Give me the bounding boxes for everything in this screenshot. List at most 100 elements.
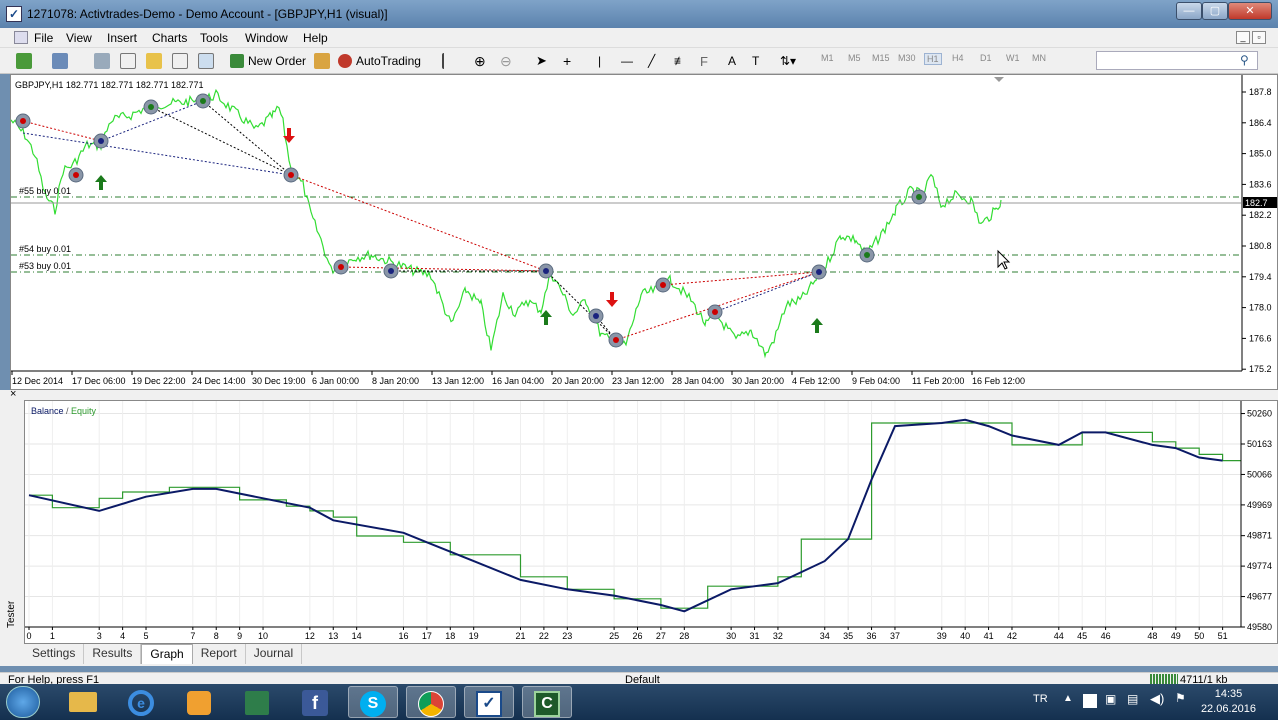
buy-arrow-icon: [540, 310, 552, 325]
mdi-minimize-button[interactable]: _: [1236, 31, 1250, 44]
horizontal-line-icon[interactable]: —: [621, 52, 633, 70]
tray-app-icon[interactable]: [1083, 694, 1097, 708]
mdi-restore-button[interactable]: ▫: [1252, 31, 1266, 44]
trade-marker-icon: [811, 264, 827, 280]
mouse-cursor-icon: [997, 249, 1011, 270]
equity-x-label: 51: [1218, 631, 1228, 641]
tray-network-icon[interactable]: ▤: [1127, 692, 1138, 706]
tab-graph[interactable]: Graph: [141, 644, 193, 664]
price-level-label: 182.2: [1249, 210, 1272, 220]
timeframe-m15[interactable]: M15: [872, 53, 890, 63]
text-label-icon[interactable]: T: [752, 52, 759, 70]
menu-view[interactable]: View: [66, 31, 92, 45]
maximize-button[interactable]: ▢: [1202, 2, 1228, 20]
timeframe-m1[interactable]: M1: [821, 53, 834, 63]
tray-flag-icon[interactable]: ⚑: [1175, 691, 1186, 705]
tray-monitor-icon[interactable]: ▣: [1105, 692, 1116, 706]
market-watch-icon[interactable]: [94, 53, 110, 69]
taskbar-explorer[interactable]: [58, 686, 108, 718]
metaeditor-icon[interactable]: [314, 53, 330, 69]
taskbar-facebook[interactable]: f: [290, 686, 340, 718]
price-chart[interactable]: GBPJPY,H1 182.771 182.771 182.771 182.77…: [10, 74, 1278, 390]
taskbar-media[interactable]: [174, 686, 224, 718]
system-clock[interactable]: 14:35 22.06.2016: [1201, 687, 1256, 717]
zoom-in-icon[interactable]: ⊕: [474, 52, 486, 70]
skype-icon: S: [360, 691, 386, 717]
equity-y-label: 50260: [1247, 409, 1272, 419]
crosshair-icon[interactable]: +: [563, 52, 571, 70]
price-level-label: 185.0: [1249, 149, 1272, 159]
trendline-icon[interactable]: ╱: [648, 52, 655, 70]
taskbar-camtasia[interactable]: C: [522, 686, 572, 718]
menu-charts[interactable]: Charts: [152, 31, 187, 45]
autotrading-button[interactable]: AutoTrading: [338, 52, 421, 70]
taskbar-ie[interactable]: e: [116, 686, 166, 718]
menu-insert[interactable]: Insert: [107, 31, 137, 45]
cursor-icon[interactable]: ➤: [536, 52, 547, 70]
bar-chart-icon[interactable]: [442, 53, 458, 69]
timeframe-w1[interactable]: W1: [1006, 53, 1020, 63]
menu-window[interactable]: Window: [245, 31, 288, 45]
facebook-icon: f: [302, 690, 328, 716]
equity-x-label: 18: [445, 631, 455, 641]
vertical-line-icon[interactable]: |: [598, 52, 601, 70]
taskbar-metatrader[interactable]: ✓: [464, 686, 514, 718]
profiles-icon[interactable]: [52, 53, 68, 69]
taskbar-notes[interactable]: [232, 686, 282, 718]
tray-volume-icon[interactable]: ◀): [1150, 691, 1164, 707]
language-indicator[interactable]: TR: [1033, 693, 1048, 705]
trade-marker-icon: [655, 277, 671, 293]
menu-help[interactable]: Help: [303, 31, 328, 45]
search-input[interactable]: [1096, 51, 1258, 70]
terminal-icon[interactable]: [172, 53, 188, 69]
equity-x-label: 35: [843, 631, 853, 641]
zoom-out-icon[interactable]: ⊖: [500, 52, 512, 70]
text-icon[interactable]: A: [728, 52, 736, 70]
timeframe-h1[interactable]: H1: [924, 53, 942, 65]
tab-settings[interactable]: Settings: [24, 644, 85, 664]
equity-chart[interactable]: Balance / Equity 50260 50163 50066 49969 498…: [24, 400, 1278, 644]
tester-vertical-tab[interactable]: Tester: [6, 601, 17, 628]
tray-expand-icon[interactable]: ▲: [1063, 693, 1073, 704]
symbol-info: GBPJPY,H1 182.771 182.771 182.771 182.77…: [15, 80, 204, 90]
equity-x-label: 5: [144, 631, 149, 641]
timeframe-m5[interactable]: M5: [848, 53, 861, 63]
strategy-tester-icon[interactable]: [198, 53, 214, 69]
app-icon[interactable]: ✓: [6, 6, 22, 22]
close-button[interactable]: ✕: [1228, 2, 1272, 20]
timeframe-h4[interactable]: H4: [952, 53, 964, 63]
timeframe-d1[interactable]: D1: [980, 53, 992, 63]
new-order-button[interactable]: New Order: [230, 52, 306, 70]
price-level-label: 187.8: [1249, 87, 1272, 97]
new-chart-icon[interactable]: [16, 53, 32, 69]
minimize-button[interactable]: —: [1176, 2, 1202, 20]
order-label-54: #54 buy 0.01: [19, 244, 71, 254]
arrows-icon[interactable]: ⇅▾: [780, 52, 796, 70]
menu-file[interactable]: File: [34, 31, 53, 45]
time-label: 23 Jan 12:00: [612, 376, 664, 386]
window-title: 1271078: Activtrades-Demo - Demo Account…: [27, 7, 388, 21]
time-label: 8 Jan 20:00: [372, 376, 419, 386]
tab-report[interactable]: Report: [193, 644, 246, 664]
equity-x-label: 39: [937, 631, 947, 641]
trade-marker-icon: [195, 93, 211, 109]
timeframe-mn[interactable]: MN: [1032, 53, 1046, 63]
trade-connectors: [22, 100, 820, 341]
taskbar-chrome[interactable]: [406, 686, 456, 718]
timeframe-m30[interactable]: M30: [898, 53, 916, 63]
window-controls: — ▢ ✕: [1176, 2, 1272, 20]
taskbar-skype[interactable]: S: [348, 686, 398, 718]
data-window-icon[interactable]: [120, 53, 136, 69]
chart-window-icon[interactable]: [14, 31, 28, 44]
camtasia-icon: C: [534, 691, 560, 717]
channel-icon[interactable]: ≢: [674, 52, 686, 70]
navigator-icon[interactable]: [146, 53, 162, 69]
tab-journal[interactable]: Journal: [246, 644, 303, 664]
equity-x-labels: 0 1 3 4 5 7 8 9 10 12 13 14 16 17 18 19 21 22 23 25 26 27 28 30…: [26, 627, 1228, 641]
menu-tools[interactable]: Tools: [200, 31, 228, 45]
tab-results[interactable]: Results: [84, 644, 142, 664]
start-button[interactable]: [6, 686, 40, 718]
search-icon[interactable]: ⚲: [1240, 53, 1249, 67]
fibonacci-icon[interactable]: F: [700, 52, 708, 70]
equity-x-label: 9: [237, 631, 242, 641]
